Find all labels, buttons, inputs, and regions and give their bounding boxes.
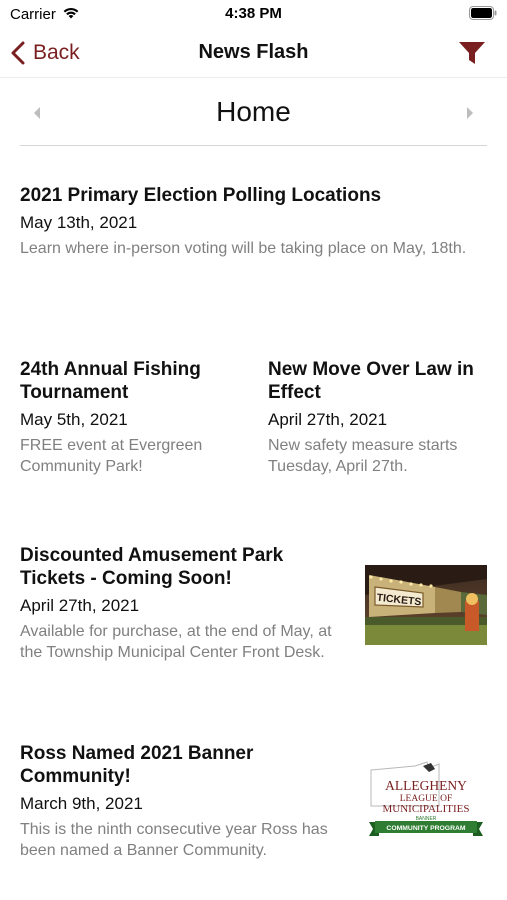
news-title: Ross Named 2021 Banner Community! — [20, 743, 254, 787]
news-date: May 5th, 2021 — [20, 410, 128, 429]
news-item[interactable]: Discounted Amusement Park Tickets - Comi… — [20, 544, 352, 663]
status-time: 4:38 PM — [225, 5, 282, 22]
news-item[interactable]: Ross Named 2021 Banner Community! March … — [20, 742, 352, 861]
news-summary: Learn where in-person voting will be tak… — [20, 240, 467, 257]
status-bar: Carrier 4:38 PM — [0, 0, 507, 28]
news-item[interactable]: 2021 Primary Election Polling Locations … — [20, 184, 480, 259]
news-date: April 27th, 2021 — [268, 410, 388, 429]
page-title: News Flash — [198, 41, 309, 63]
logo-text-community-program: COMMUNITY PROGRAM — [386, 825, 466, 832]
news-summary: FREE event at Evergreen Community Park! — [20, 437, 203, 475]
news-item[interactable]: 24th Annual Fishing Tournament May 5th, … — [20, 358, 245, 477]
news-title: Discounted Amusement Park Tickets - Comi… — [20, 545, 284, 589]
chevron-right-icon[interactable] — [463, 104, 477, 122]
news-summary: New safety measure starts Tuesday, April… — [268, 437, 458, 475]
news-item[interactable]: New Move Over Law in Effect April 27th, … — [268, 358, 493, 477]
news-title: 24th Annual Fishing Tournament — [20, 359, 201, 403]
battery-icon — [469, 6, 497, 20]
section-title: Home — [216, 96, 291, 127]
news-date: April 27th, 2021 — [20, 596, 140, 615]
news-title: New Move Over Law in Effect — [268, 359, 474, 403]
amusement-park-thumbnail[interactable]: TICKETS — [365, 565, 487, 645]
news-title: 2021 Primary Election Polling Locations — [20, 185, 382, 206]
logo-text-allegheny: ALLEGHENY — [385, 778, 467, 793]
filter-icon[interactable] — [457, 39, 487, 67]
news-summary: This is the ninth consecutive year Ross … — [20, 821, 328, 859]
news-summary: Available for purchase, at the end of Ma… — [20, 623, 332, 661]
logo-text-municipalities: MUNICIPALITIES — [383, 803, 470, 815]
banner-community-logo[interactable]: ALLEGHENY LEAGUE OF MUNICIPALITIES BANNE… — [365, 760, 487, 842]
navigation-bar: Back News Flash — [0, 30, 507, 78]
section-header: Home — [20, 84, 487, 146]
news-date: March 9th, 2021 — [20, 794, 143, 813]
news-date: May 13th, 2021 — [20, 213, 138, 232]
